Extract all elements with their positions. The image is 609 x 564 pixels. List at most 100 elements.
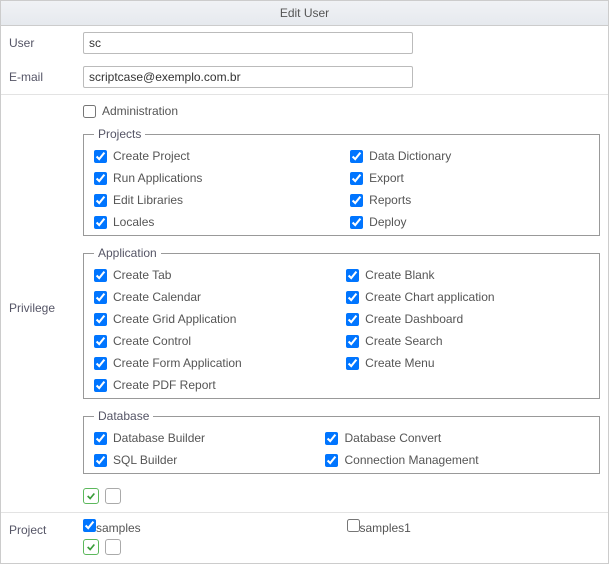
projects-option: Create Project: [94, 149, 340, 163]
project-option-label: samples1: [360, 521, 411, 535]
administration-option: Administration: [83, 101, 600, 121]
project-label: Project: [9, 519, 79, 537]
projects-option-label: Create Project: [113, 149, 190, 163]
project-check-all-button[interactable]: [83, 539, 99, 555]
projects-legend: Projects: [94, 127, 145, 141]
projects-option-label: Reports: [369, 193, 411, 207]
administration-label: Administration: [102, 104, 178, 118]
application-checkbox[interactable]: [94, 335, 107, 348]
application-checkbox[interactable]: [346, 357, 359, 370]
application-option: Create PDF Report: [94, 378, 336, 392]
database-option: SQL Builder: [94, 453, 315, 467]
check-icon: [86, 491, 96, 501]
application-checkbox[interactable]: [94, 357, 107, 370]
user-label: User: [9, 32, 79, 50]
database-checkbox[interactable]: [94, 432, 107, 445]
application-option-label: Create Tab: [113, 268, 171, 282]
projects-option: Reports: [350, 193, 589, 207]
application-option: Create Dashboard: [346, 312, 589, 326]
project-uncheck-all-button[interactable]: [105, 539, 121, 555]
database-checkbox[interactable]: [325, 432, 338, 445]
email-input[interactable]: [83, 66, 413, 88]
project-row: Project samples samples1: [1, 512, 608, 563]
database-option: Database Builder: [94, 431, 315, 445]
projects-option: Edit Libraries: [94, 193, 340, 207]
user-input[interactable]: [83, 32, 413, 54]
database-checkbox[interactable]: [94, 454, 107, 467]
project-option: samples1: [347, 519, 601, 535]
application-checkbox[interactable]: [346, 269, 359, 282]
application-fieldset: Application Create Tab Create Blank Create…: [83, 246, 600, 399]
projects-checkbox[interactable]: [94, 150, 107, 163]
application-checkbox[interactable]: [346, 291, 359, 304]
database-option-label: Database Builder: [113, 431, 205, 445]
application-option: Create Tab: [94, 268, 336, 282]
privilege-uncheck-all-button[interactable]: [105, 488, 121, 504]
user-row: User: [1, 26, 608, 60]
project-checkbox[interactable]: [347, 519, 360, 532]
application-option-label: Create Grid Application: [113, 312, 236, 326]
application-option: Create Form Application: [94, 356, 336, 370]
projects-checkbox[interactable]: [350, 150, 363, 163]
email-row: E-mail: [1, 60, 608, 94]
projects-option: Locales: [94, 215, 340, 229]
projects-checkbox[interactable]: [94, 194, 107, 207]
application-option: Create Grid Application: [94, 312, 336, 326]
edit-user-panel: Edit User User E-mail Privilege Administ…: [0, 0, 609, 564]
project-checkbox[interactable]: [83, 519, 96, 532]
application-option-label: Create Form Application: [113, 356, 242, 370]
application-option: Create Blank: [346, 268, 589, 282]
project-option: samples: [83, 519, 337, 535]
projects-checkbox[interactable]: [350, 194, 363, 207]
panel-title: Edit User: [1, 1, 608, 26]
application-checkbox[interactable]: [346, 335, 359, 348]
application-option-label: Create Blank: [365, 268, 434, 282]
form-body: User E-mail Privilege Administration: [1, 26, 608, 563]
projects-option-label: Data Dictionary: [369, 149, 451, 163]
application-checkbox[interactable]: [346, 313, 359, 326]
projects-option: Deploy: [350, 215, 589, 229]
project-bulk-row: [83, 535, 600, 557]
projects-option-label: Edit Libraries: [113, 193, 183, 207]
projects-option-label: Export: [369, 171, 404, 185]
projects-option-label: Locales: [113, 215, 154, 229]
database-option: Database Convert: [325, 431, 589, 445]
application-option-label: Create Menu: [365, 356, 434, 370]
check-icon: [86, 542, 96, 552]
application-option-label: Create PDF Report: [113, 378, 216, 392]
database-checkbox[interactable]: [325, 454, 338, 467]
application-option-label: Create Calendar: [113, 290, 201, 304]
database-fieldset: Database Database BuilderDatabase Conver…: [83, 409, 600, 474]
administration-checkbox[interactable]: [83, 105, 96, 118]
projects-checkbox[interactable]: [350, 216, 363, 229]
database-option-label: SQL Builder: [113, 453, 177, 467]
database-option-label: Connection Management: [344, 453, 478, 467]
projects-option-label: Run Applications: [113, 171, 202, 185]
application-checkbox[interactable]: [94, 269, 107, 282]
privilege-label: Privilege: [9, 101, 79, 315]
email-label: E-mail: [9, 66, 79, 84]
projects-option: Data Dictionary: [350, 149, 589, 163]
projects-option: Run Applications: [94, 171, 340, 185]
application-option: Create Control: [94, 334, 336, 348]
projects-checkbox[interactable]: [94, 216, 107, 229]
application-option-label: Create Control: [113, 334, 191, 348]
projects-fieldset: Projects Create Project Data Dictionary Ru…: [83, 127, 600, 236]
database-option: Connection Management: [325, 453, 589, 467]
projects-option-label: Deploy: [369, 215, 406, 229]
application-option-label: Create Dashboard: [365, 312, 463, 326]
application-checkbox[interactable]: [94, 291, 107, 304]
database-option-label: Database Convert: [344, 431, 441, 445]
application-checkbox[interactable]: [94, 379, 107, 392]
project-option-label: samples: [96, 521, 141, 535]
application-legend: Application: [94, 246, 161, 260]
projects-checkbox[interactable]: [94, 172, 107, 185]
application-option: Create Calendar: [94, 290, 336, 304]
projects-checkbox[interactable]: [350, 172, 363, 185]
application-checkbox[interactable]: [94, 313, 107, 326]
privilege-check-all-button[interactable]: [83, 488, 99, 504]
privilege-bulk-row: [83, 484, 600, 506]
application-option-label: Create Search: [365, 334, 442, 348]
application-option: Create Search: [346, 334, 589, 348]
projects-option: Export: [350, 171, 589, 185]
